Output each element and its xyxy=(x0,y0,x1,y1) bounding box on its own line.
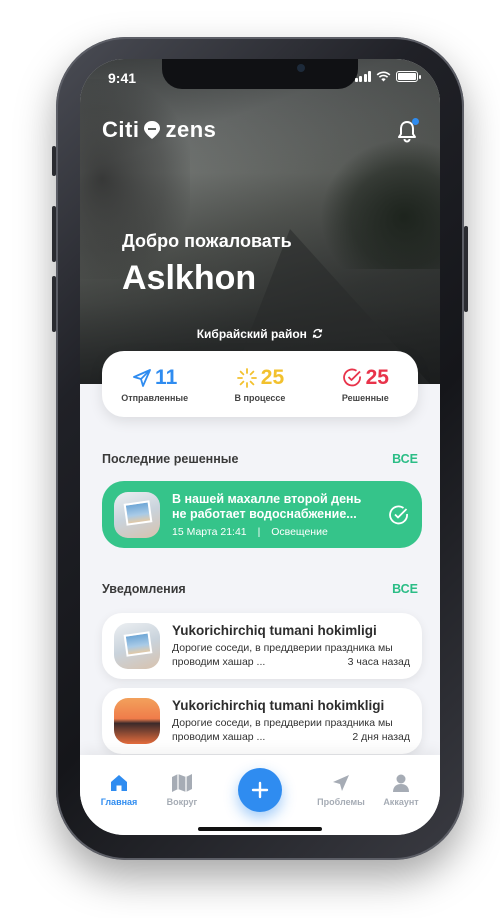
notification-item[interactable]: Yukorichirchiq tumani hokimkligi Дорогие… xyxy=(102,688,422,754)
notification-title: Yukorichirchiq tumani hokimligi xyxy=(172,623,377,638)
front-camera xyxy=(297,64,305,72)
bottom-tab-bar: Главная Вокруг Проблемы Аккаунт xyxy=(80,755,440,835)
paper-plane-icon xyxy=(333,775,349,791)
tab-home[interactable]: Главная xyxy=(89,773,149,807)
volume-up-button xyxy=(52,206,56,262)
resolved-problem-card[interactable]: В нашей махалле второй день не работает … xyxy=(102,481,422,548)
notifications-button[interactable] xyxy=(396,118,419,143)
tab-home-label: Главная xyxy=(100,797,138,807)
notch xyxy=(162,59,358,89)
notification-time: 2 дня назад xyxy=(352,731,410,743)
silent-switch xyxy=(52,146,56,176)
problem-title-line1: В нашей махалле второй день xyxy=(172,491,362,506)
paper-plane-icon xyxy=(133,368,151,387)
stat-sent-label: Отправленные xyxy=(121,392,189,403)
stat-resolved-label: Решенные xyxy=(341,392,389,403)
user-icon xyxy=(393,774,409,792)
power-button xyxy=(464,226,468,312)
notification-time: 3 часа назад xyxy=(347,656,410,668)
tab-account-label: Аккаунт xyxy=(383,797,419,807)
notification-dot xyxy=(412,118,419,125)
problem-date: 15 Марта 21:41 xyxy=(172,525,247,538)
welcome-text: Добро пожаловать xyxy=(122,231,292,251)
user-name: Aslkhon xyxy=(122,259,257,297)
notification-text-line2: проводим хашар ... xyxy=(172,731,266,743)
notification-thumbnail xyxy=(114,698,160,744)
stat-in-progress[interactable]: 25 В процессе xyxy=(210,366,310,403)
plus-icon xyxy=(251,781,269,799)
signal-icon xyxy=(354,71,371,82)
tab-problems[interactable]: Проблемы xyxy=(311,773,371,807)
check-circle-icon xyxy=(342,368,361,387)
meta-separator: | xyxy=(257,525,261,538)
refresh-icon xyxy=(312,328,323,339)
tab-problems-label: Проблемы xyxy=(317,797,365,807)
app-logo: Citi zens xyxy=(102,117,216,143)
stat-resolved-value: 25 xyxy=(365,365,389,389)
problem-thumbnail xyxy=(114,491,160,538)
notifications-section-title: Уведомления xyxy=(102,582,186,596)
stat-sent-value: 11 xyxy=(155,365,178,389)
problem-title-line2: не работает водоснабжение... xyxy=(172,506,357,521)
status-time: 9:41 xyxy=(108,70,137,86)
recent-all-link[interactable]: ВСЕ xyxy=(392,452,418,466)
problem-category: Освещение xyxy=(271,525,328,538)
notifications-all-link[interactable]: ВСЕ xyxy=(392,582,418,596)
logo-text-right: zens xyxy=(165,117,217,142)
volume-down-button xyxy=(52,276,56,332)
logo-text-left: Citi xyxy=(102,117,140,142)
map-icon xyxy=(172,774,192,792)
pin-icon xyxy=(142,120,162,140)
home-icon xyxy=(111,775,127,791)
add-problem-button[interactable] xyxy=(238,768,282,812)
home-indicator xyxy=(198,827,322,831)
stat-in-progress-value: 25 xyxy=(260,365,285,389)
recent-section-title: Последние решенные xyxy=(102,452,239,466)
stat-in-progress-label: В процессе xyxy=(234,392,286,403)
loading-sun-icon xyxy=(236,367,257,388)
check-circle-icon xyxy=(389,505,408,524)
notification-item[interactable]: Yukorichirchiq tumani hokimligi Дорогие … xyxy=(102,613,422,679)
notification-text-line2: проводим хашар ... xyxy=(172,656,266,668)
tab-around-label: Вокруг xyxy=(166,797,198,807)
district-label: Кибрайский район xyxy=(196,327,307,341)
stat-sent[interactable]: 11 Отправленные xyxy=(105,366,205,403)
stat-resolved[interactable]: 25 Решенные xyxy=(315,366,415,403)
hero-trees-right xyxy=(320,139,440,269)
district-selector[interactable]: Кибрайский район xyxy=(80,327,440,341)
battery-icon xyxy=(396,71,421,82)
status-icons xyxy=(354,71,421,82)
wifi-icon xyxy=(376,71,391,82)
tab-around[interactable]: Вокруг xyxy=(152,773,212,807)
notification-text-line1: Дорогие соседи, в преддверии праздника м… xyxy=(172,717,393,729)
tab-account[interactable]: Аккаунт xyxy=(371,773,431,807)
app-screen: 9:41 Citi zens Добро пожаловать Aslkhon xyxy=(80,59,440,835)
notification-title: Yukorichirchiq tumani hokimkligi xyxy=(172,698,385,713)
stats-card: 11 Отправленные 25 В процессе 25 Решенны… xyxy=(102,351,418,417)
notification-thumbnail xyxy=(114,623,160,669)
notification-text-line1: Дорогие соседи, в преддверии праздника м… xyxy=(172,642,393,654)
